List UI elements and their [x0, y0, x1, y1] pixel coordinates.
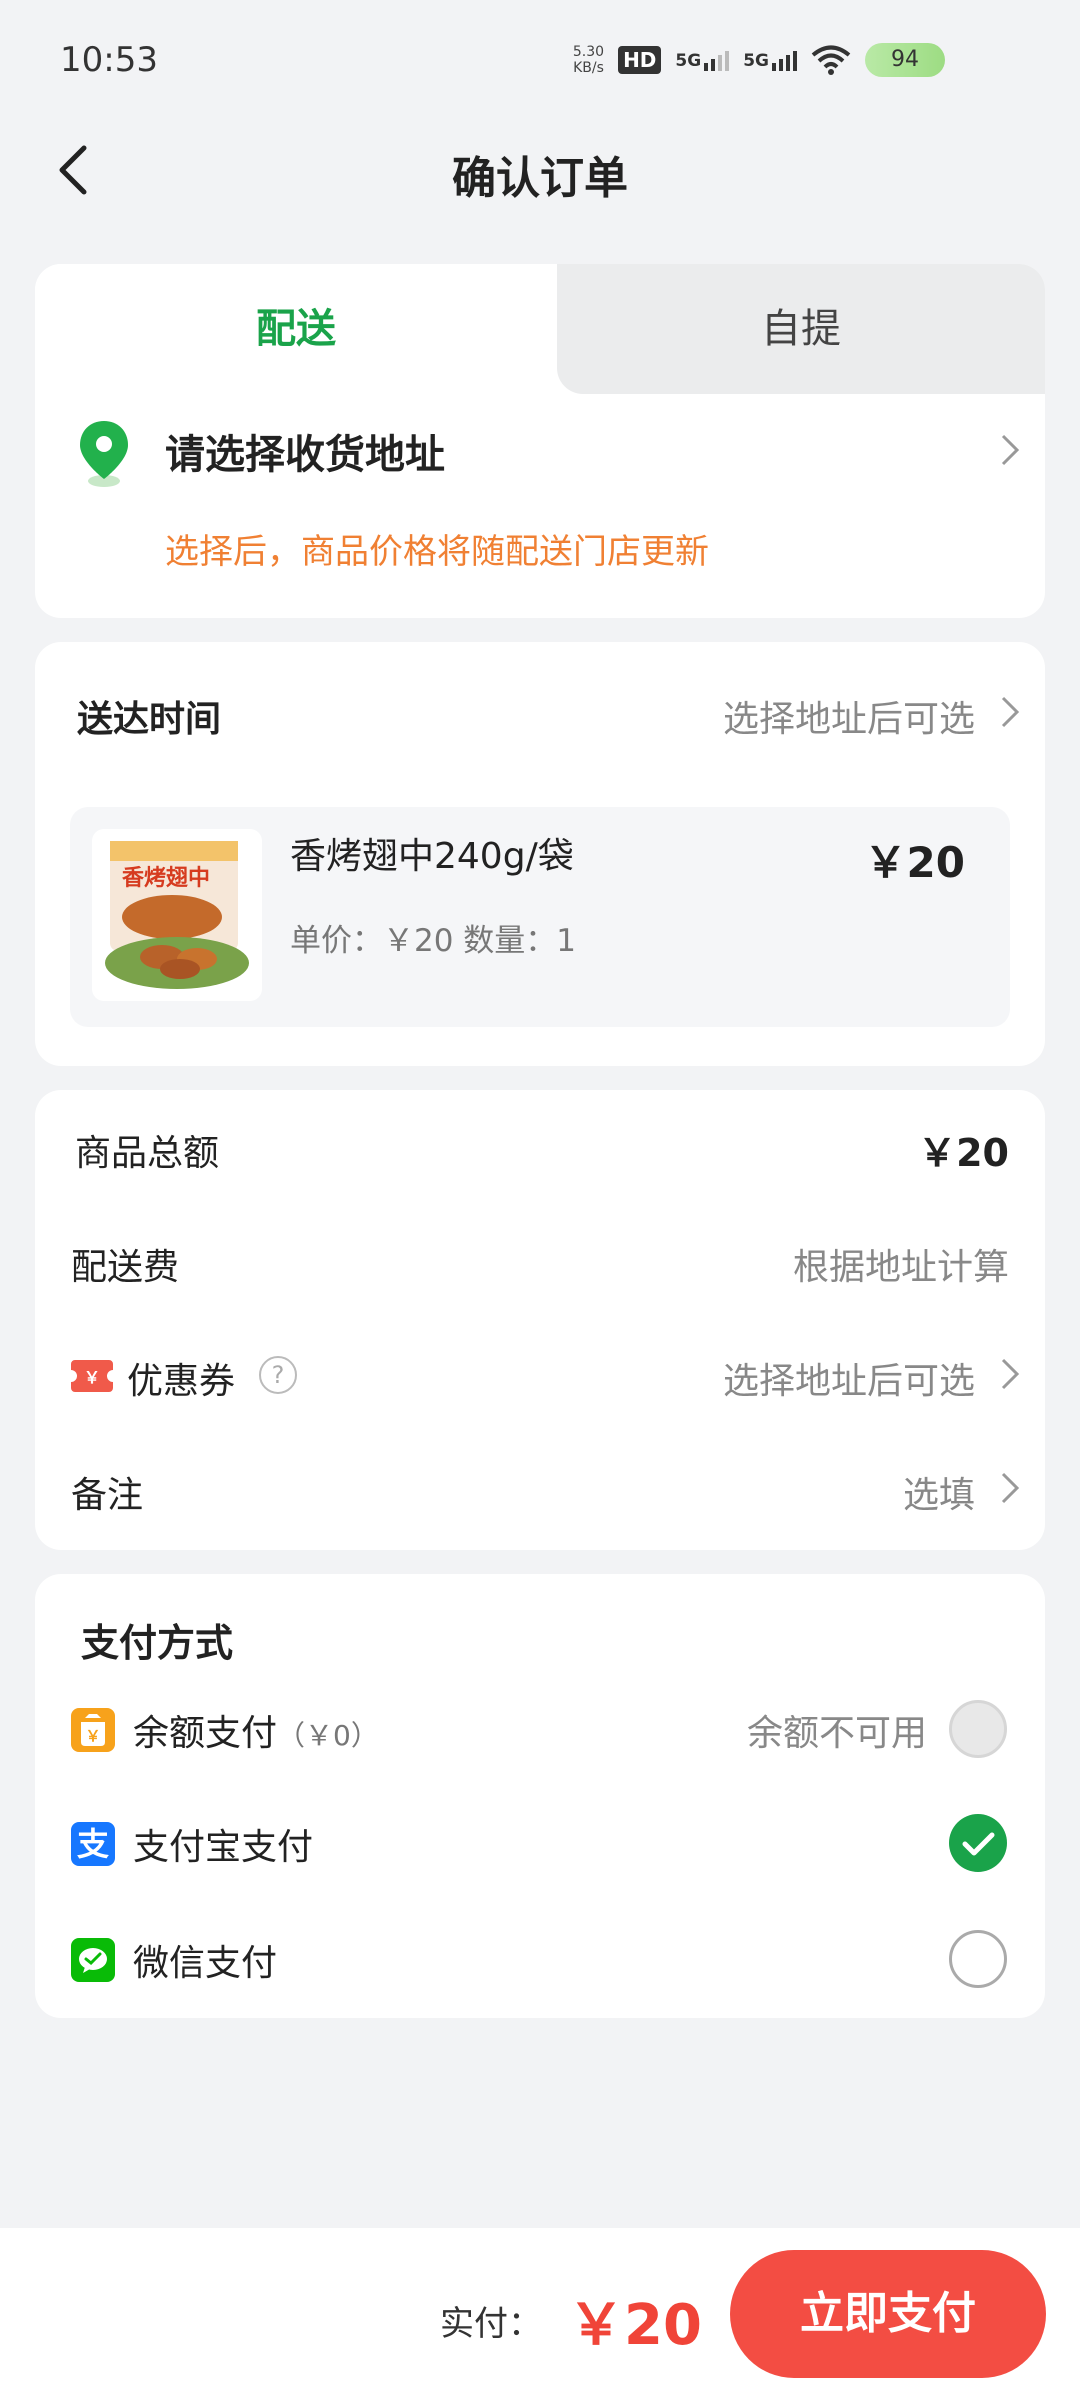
status-time: 10:53: [60, 40, 158, 80]
delivery-time-label: 送达时间: [77, 699, 222, 740]
chevron-right-icon: [1001, 1358, 1020, 1390]
chevron-right-icon: [1001, 696, 1020, 728]
coupon-icon: ￥: [71, 1360, 113, 1392]
payment-title: 支付方式: [81, 1621, 234, 1665]
product-price: ￥20: [864, 838, 965, 887]
alipay-icon: 支: [71, 1822, 115, 1866]
actual-pay-total: ￥20: [568, 2293, 702, 2358]
product-unit-qty: 单价：￥20 数量：1: [290, 923, 577, 959]
wifi-icon: [811, 45, 851, 75]
battery-indicator: 94: [865, 43, 945, 77]
product-thumbnail: 香烤翅中: [105, 841, 249, 989]
order-card: 送达时间 选择地址后可选 香烤翅中 香烤翅中240g/袋 ￥20 单价：￥20 …: [35, 642, 1045, 1066]
status-bar: 10:53 5.30 KB/s HD 5G 5G 94: [0, 0, 1080, 120]
shipping-value: 根据地址计算: [792, 1247, 1009, 1288]
status-icons: 5.30 KB/s HD 5G 5G 94: [573, 40, 945, 80]
bottom-pay-bar: 实付： ￥20 立即支付: [0, 2228, 1080, 2400]
chevron-right-icon: [1001, 434, 1020, 466]
subtotal-value: ￥20: [918, 1131, 1009, 1175]
remark-value: 选填: [902, 1475, 975, 1516]
remark-label: 备注: [71, 1475, 144, 1516]
wechat-pay-radio[interactable]: [949, 1930, 1007, 1988]
product-package-text: 香烤翅中: [122, 865, 210, 891]
subtotal-label: 商品总额: [75, 1133, 220, 1174]
product-name: 香烤翅中240g/袋: [290, 836, 574, 877]
select-address-row[interactable]: 请选择收货地址: [35, 394, 1045, 504]
delivery-card: 配送 自提 请选择收货地址 选择后，商品价格将随配送门店更新: [35, 264, 1045, 618]
alipay-label: 支付宝支付: [133, 1827, 314, 1868]
payment-card: 支付方式 ￥ 余额支付（￥0） 余额不可用 支 支付宝支付 微信支付: [35, 1574, 1045, 2018]
coupon-label: 优惠券: [127, 1361, 236, 1402]
tab-delivery[interactable]: 配送: [35, 264, 557, 394]
balance-pay-label: 余额支付（￥0）: [133, 1713, 379, 1754]
actual-pay-label: 实付：: [440, 2304, 542, 2344]
hd-icon: HD: [618, 46, 662, 74]
network-speed: 5.30 KB/s: [572, 44, 605, 76]
help-icon[interactable]: ?: [259, 1356, 297, 1394]
alipay-radio-selected[interactable]: [949, 1814, 1007, 1872]
balance-amount: （￥0）: [277, 1719, 379, 1752]
coupon-icon-glyph: ￥: [84, 1368, 100, 1387]
signal-5g-icon: 5G: [675, 49, 730, 71]
pay-now-button[interactable]: 立即支付: [730, 2250, 1046, 2378]
check-icon: [962, 1832, 995, 1856]
shipping-label: 配送费: [71, 1247, 180, 1288]
product-image: 香烤翅中: [92, 829, 262, 1001]
balance-radio: [949, 1700, 1007, 1758]
product-item[interactable]: 香烤翅中 香烤翅中240g/袋 ￥20 单价：￥20 数量：1: [70, 807, 1010, 1027]
header: 确认订单: [0, 120, 1080, 220]
page-title: 确认订单: [452, 153, 628, 204]
tab-pickup[interactable]: 自提: [557, 264, 1045, 394]
address-tip: 选择后，商品价格将随配送门店更新: [165, 532, 709, 572]
summary-card: 商品总额 ￥20 配送费 根据地址计算 ￥ 优惠券 ? 选择地址后可选 备注 选…: [35, 1090, 1045, 1550]
wallet-icon-glyph: ￥: [85, 1727, 100, 1745]
wechat-pay-label: 微信支付: [133, 1943, 278, 1984]
balance-status: 余额不可用: [746, 1713, 927, 1754]
address-title: 请选择收货地址: [165, 432, 445, 478]
wechat-pay-icon: [71, 1938, 115, 1982]
chevron-right-icon: [1001, 1472, 1020, 1504]
wallet-icon: ￥: [71, 1708, 115, 1752]
coupon-value: 选择地址后可选: [722, 1361, 975, 1402]
delivery-time-value: 选择地址后可选: [722, 699, 975, 740]
signal-5g-icon-2: 5G: [743, 49, 797, 71]
location-pin-icon: [80, 421, 128, 487]
